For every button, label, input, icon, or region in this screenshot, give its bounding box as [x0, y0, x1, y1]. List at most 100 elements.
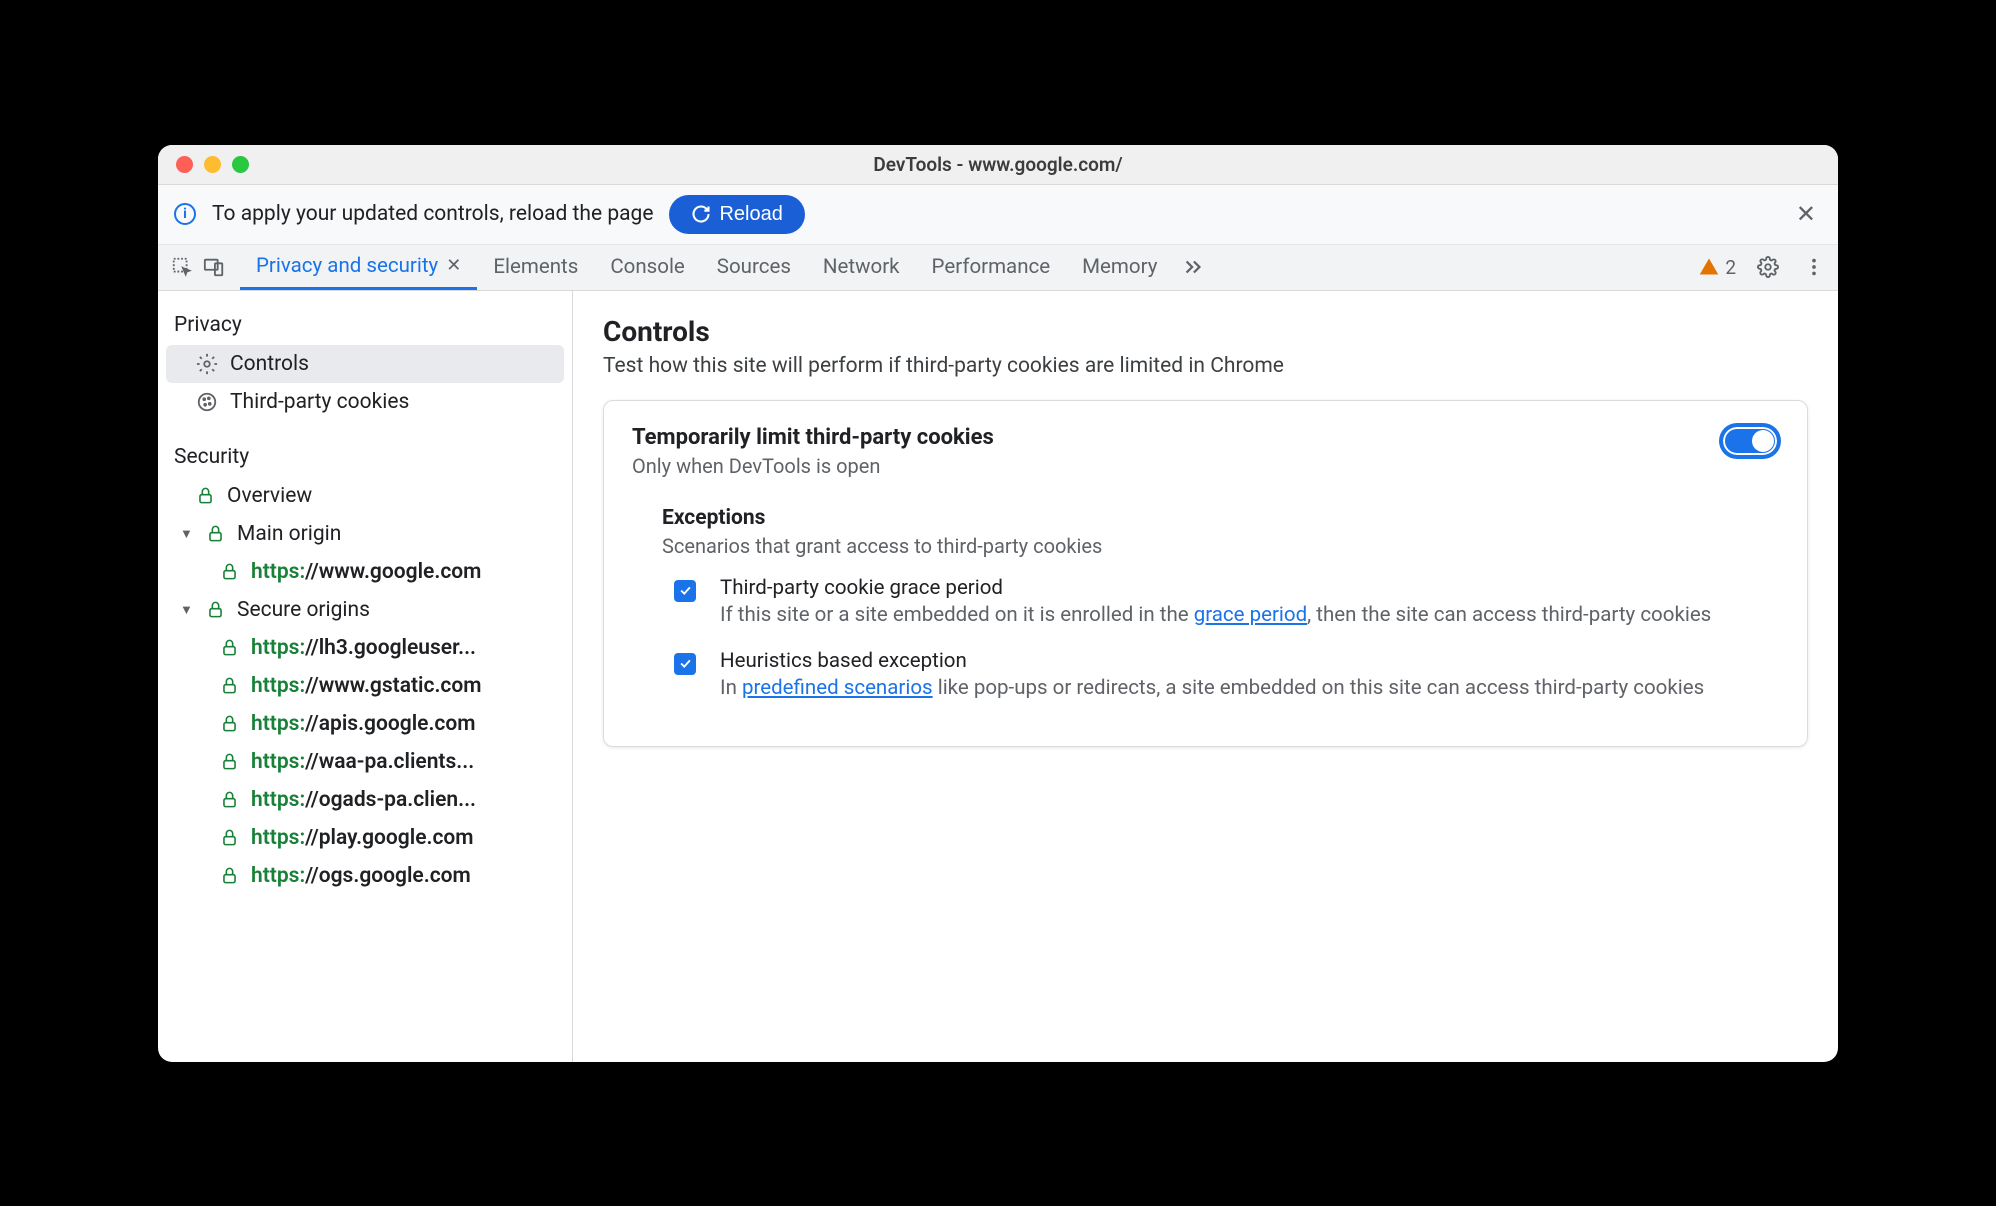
exception-link[interactable]: grace period: [1194, 603, 1307, 627]
origin-url: https://apis.google.com: [251, 712, 476, 736]
sidebar-item-label: Controls: [230, 352, 309, 376]
lock-icon: [206, 524, 225, 543]
exceptions-subheading: Scenarios that grant access to third-par…: [662, 534, 1779, 558]
lock-icon: [220, 638, 239, 657]
tab-network[interactable]: Network: [807, 244, 916, 290]
infobar-close-button[interactable]: ✕: [1790, 200, 1822, 228]
tab-console[interactable]: Console: [594, 244, 700, 290]
sidebar-origin-item[interactable]: https://ogs.google.com: [166, 857, 564, 895]
warnings-count: 2: [1725, 256, 1736, 279]
sidebar-section-privacy: Privacy: [158, 305, 572, 345]
sidebar-origin-item[interactable]: https://play.google.com: [166, 819, 564, 857]
exception-title: Heuristics based exception: [720, 649, 1704, 673]
tab-label: Privacy and security: [256, 254, 438, 278]
content: Privacy Controls Third-party cookies Sec…: [158, 291, 1838, 1062]
lock-icon: [220, 866, 239, 885]
card-subtitle: Only when DevTools is open: [632, 454, 994, 478]
limit-cookies-toggle[interactable]: [1721, 425, 1779, 457]
lock-icon: [220, 752, 239, 771]
cookie-icon: [196, 391, 218, 413]
sidebar-origin-item[interactable]: https://lh3.googleuser...: [166, 629, 564, 667]
exception-checkbox[interactable]: [674, 580, 696, 602]
sidebar-origin-item[interactable]: https://waa-pa.clients...: [166, 743, 564, 781]
sidebar-item-overview[interactable]: Overview: [166, 477, 564, 515]
gear-icon: [196, 353, 218, 375]
origin-url: https://ogads-pa.clien...: [251, 788, 476, 812]
tab-label: Performance: [932, 255, 1051, 279]
exception-description: In predefined scenarios like pop-ups or …: [720, 676, 1704, 700]
tabs: Privacy and security ✕ Elements Console …: [240, 244, 1207, 290]
origin-url: https://www.google.com: [251, 560, 481, 584]
sidebar-origin-item[interactable]: https://www.gstatic.com: [166, 667, 564, 705]
settings-icon[interactable]: [1754, 253, 1782, 281]
tab-sources[interactable]: Sources: [701, 244, 807, 290]
origin-url: https://lh3.googleuser...: [251, 636, 476, 660]
tabstrip: Privacy and security ✕ Elements Console …: [158, 245, 1838, 291]
reload-button[interactable]: Reload: [669, 195, 804, 234]
info-icon: i: [174, 203, 196, 225]
tab-memory[interactable]: Memory: [1066, 244, 1173, 290]
lock-icon: [220, 714, 239, 733]
sidebar-item-controls[interactable]: Controls: [166, 345, 564, 383]
lock-icon: [220, 828, 239, 847]
tab-performance[interactable]: Performance: [916, 244, 1067, 290]
lock-icon: [220, 562, 239, 581]
exception-checkbox[interactable]: [674, 653, 696, 675]
tabstrip-right: 2: [1699, 253, 1828, 281]
infobar: i To apply your updated controls, reload…: [158, 185, 1838, 245]
warnings-badge[interactable]: 2: [1699, 256, 1736, 279]
exception-item: Third-party cookie grace period If this s…: [662, 576, 1779, 627]
tab-privacy-and-security[interactable]: Privacy and security ✕: [240, 244, 477, 290]
titlebar: DevTools - www.google.com/: [158, 145, 1838, 185]
device-toggle-icon[interactable]: [200, 253, 228, 281]
lock-icon: [220, 676, 239, 695]
tab-close-button[interactable]: ✕: [446, 255, 461, 276]
maximize-window-button[interactable]: [232, 156, 249, 173]
page-title: Controls: [603, 315, 1808, 348]
close-window-button[interactable]: [176, 156, 193, 173]
tab-label: Memory: [1082, 255, 1157, 279]
exception-title: Third-party cookie grace period: [720, 576, 1711, 600]
page-subtitle: Test how this site will perform if third…: [603, 354, 1808, 378]
sidebar-item-main-origin[interactable]: ▼ Main origin: [166, 515, 564, 553]
exception-item: Heuristics based exception In predefined …: [662, 649, 1779, 700]
chevron-down-icon: ▼: [180, 602, 194, 618]
exception-link[interactable]: predefined scenarios: [742, 676, 933, 700]
reload-button-label: Reload: [719, 203, 782, 226]
infobar-text: To apply your updated controls, reload t…: [212, 202, 653, 226]
kebab-menu-icon[interactable]: [1800, 253, 1828, 281]
lock-icon: [220, 790, 239, 809]
sidebar-item-label: Third-party cookies: [230, 390, 409, 414]
tab-label: Sources: [717, 255, 791, 279]
window-title: DevTools - www.google.com/: [158, 153, 1838, 176]
origin-url: https://www.gstatic.com: [251, 674, 482, 698]
sidebar-origin-item[interactable]: https://www.google.com: [166, 553, 564, 591]
exceptions-heading: Exceptions: [662, 506, 1779, 530]
exceptions-section: Exceptions Scenarios that grant access t…: [632, 506, 1779, 700]
origin-url: https://play.google.com: [251, 826, 474, 850]
tab-label: Elements: [493, 255, 578, 279]
traffic-lights: [158, 156, 249, 173]
sidebar: Privacy Controls Third-party cookies Sec…: [158, 291, 573, 1062]
sidebar-origin-item[interactable]: https://apis.google.com: [166, 705, 564, 743]
sidebar-item-third-party-cookies[interactable]: Third-party cookies: [166, 383, 564, 421]
sidebar-origin-item[interactable]: https://ogads-pa.clien...: [166, 781, 564, 819]
sidebar-item-secure-origins[interactable]: ▼ Secure origins: [166, 591, 564, 629]
tab-label: Console: [610, 255, 684, 279]
origin-url: https://waa-pa.clients...: [251, 750, 474, 774]
limit-cookies-card: Temporarily limit third-party cookies On…: [603, 400, 1808, 747]
reload-icon: [691, 204, 711, 224]
more-tabs-icon[interactable]: [1179, 253, 1207, 281]
warning-icon: [1699, 257, 1719, 277]
main-panel: Controls Test how this site will perform…: [573, 291, 1838, 1062]
lock-icon: [206, 600, 225, 619]
tab-label: Network: [823, 255, 900, 279]
sidebar-item-label: Main origin: [237, 522, 341, 546]
tab-elements[interactable]: Elements: [477, 244, 594, 290]
devtools-window: DevTools - www.google.com/ i To apply yo…: [158, 145, 1838, 1062]
sidebar-item-label: Secure origins: [237, 598, 370, 622]
chevron-down-icon: ▼: [180, 526, 194, 542]
minimize-window-button[interactable]: [204, 156, 221, 173]
inspect-icon[interactable]: [168, 253, 196, 281]
exception-description: If this site or a site embedded on it is…: [720, 603, 1711, 627]
